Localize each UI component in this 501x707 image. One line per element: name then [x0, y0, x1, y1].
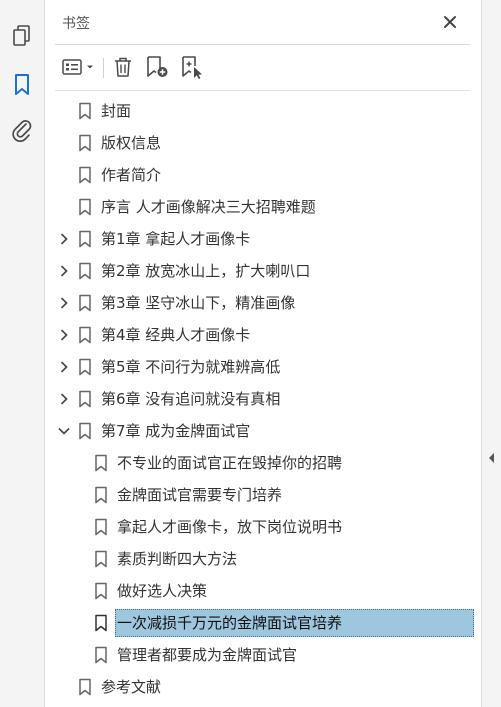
bookmark-item-selected[interactable]: 一次减损千万元的金牌面试官培养: [45, 608, 481, 638]
bookmark-icon: [94, 614, 108, 632]
bookmark-icon: [78, 134, 92, 152]
delete-icon[interactable]: [111, 52, 135, 82]
bookmark-icon: [78, 262, 92, 280]
bookmark-icon: [78, 198, 92, 216]
navigation-rail: [0, 0, 45, 707]
bookmark-item[interactable]: 作者简介: [45, 160, 481, 190]
bookmark-item[interactable]: 不专业的面试官正在毁掉你的招聘: [45, 448, 481, 478]
bookmark-icon: [94, 518, 108, 536]
bookmark-icon: [94, 550, 108, 568]
bookmark-item[interactable]: 拿起人才画像卡，放下岗位说明书: [45, 512, 481, 542]
chevron-right-icon[interactable]: [57, 392, 71, 406]
panel-header: 书签: [45, 0, 481, 44]
bookmark-label: 拿起人才画像卡，放下岗位说明书: [117, 518, 343, 536]
new-bookmark-icon[interactable]: [144, 52, 172, 82]
bookmark-label: 版权信息: [101, 134, 162, 152]
header-divider: [55, 44, 470, 45]
bookmark-icon: [78, 102, 92, 120]
bookmark-item[interactable]: 第7章 成为金牌面试官: [45, 416, 481, 446]
pages-icon[interactable]: [8, 22, 36, 50]
bookmark-label: 封面: [101, 102, 132, 120]
bookmark-label: 参考文献: [101, 678, 162, 696]
chevron-right-icon[interactable]: [57, 360, 71, 374]
collapse-panel-icon[interactable]: [487, 452, 497, 464]
bookmark-icon: [78, 326, 92, 344]
bookmark-label: 金牌面试官需要专门培养: [117, 486, 283, 504]
bookmark-icon: [78, 294, 92, 312]
bookmark-label: 序言 人才画像解决三大招聘难题: [101, 198, 316, 216]
bookmark-label: 管理者都要成为金牌面试官: [117, 646, 298, 664]
chevron-down-icon[interactable]: [57, 424, 71, 438]
chevron-right-icon[interactable]: [57, 296, 71, 310]
bookmark-item[interactable]: 封面: [45, 96, 481, 126]
chevron-right-icon[interactable]: [57, 328, 71, 342]
bookmark-icon: [94, 646, 108, 664]
bookmark-label: 第3章 坚守冰山下，精准画像: [101, 294, 296, 312]
bookmark-label: 第4章 经典人才画像卡: [101, 326, 251, 344]
bookmark-label: 不专业的面试官正在毁掉你的招聘: [117, 454, 343, 472]
bookmark-icon: [78, 358, 92, 376]
bookmark-icon: [78, 230, 92, 248]
chevron-right-icon[interactable]: [57, 232, 71, 246]
bookmark-icon: [94, 582, 108, 600]
bookmark-label: 做好选人决策: [117, 582, 208, 600]
chevron-right-icon[interactable]: [57, 264, 71, 278]
bookmark-item[interactable]: 版权信息: [45, 128, 481, 158]
bookmark-item[interactable]: 金牌面试官需要专门培养: [45, 480, 481, 510]
bookmark-item[interactable]: 第4章 经典人才画像卡: [45, 320, 481, 350]
bookmark-icon: [78, 166, 92, 184]
bookmark-item[interactable]: 第5章 不问行为就难辨高低: [45, 352, 481, 382]
bookmark-label: 素质判断四大方法: [117, 550, 238, 568]
close-icon[interactable]: [440, 12, 460, 32]
bookmark-label: 第7章 成为金牌面试官: [101, 422, 251, 440]
options-menu-button[interactable]: [59, 52, 99, 82]
panel-title: 书签: [62, 16, 90, 32]
toolbar-divider: [55, 90, 470, 91]
bookmark-icon: [78, 422, 92, 440]
panel-splitter[interactable]: [481, 0, 501, 707]
attachments-icon[interactable]: [8, 116, 36, 144]
bookmark-label: 第6章 没有追问就没有真相: [101, 390, 281, 408]
bookmark-label: 第2章 放宽冰山上，扩大喇叭口: [101, 262, 311, 280]
bookmark-item[interactable]: 第1章 拿起人才画像卡: [45, 224, 481, 254]
bookmark-icon: [78, 390, 92, 408]
bookmark-label: 第5章 不问行为就难辨高低: [101, 358, 281, 376]
bookmark-item[interactable]: 第3章 坚守冰山下，精准画像: [45, 288, 481, 318]
bookmarks-panel: 书签 封面 版权信息 作者简介 序言 人才画像解决三大招聘难题 第1章 拿起人才…: [45, 0, 481, 707]
bookmark-from-selection-icon[interactable]: [179, 52, 207, 82]
bookmark-icon: [78, 678, 92, 696]
toolbar-separator: [103, 58, 104, 78]
bookmark-label: 第1章 拿起人才画像卡: [101, 230, 251, 248]
bookmark-label: 一次减损千万元的金牌面试官培养: [117, 614, 343, 632]
bookmark-item[interactable]: 参考文献: [45, 672, 481, 702]
bookmark-icon: [94, 486, 108, 504]
bookmark-item[interactable]: 第2章 放宽冰山上，扩大喇叭口: [45, 256, 481, 286]
bookmark-label: 作者简介: [101, 166, 162, 184]
bookmark-item[interactable]: 管理者都要成为金牌面试官: [45, 640, 481, 670]
bookmark-item[interactable]: 做好选人决策: [45, 576, 481, 606]
bookmark-item[interactable]: 序言 人才画像解决三大招聘难题: [45, 192, 481, 222]
bookmark-icon: [94, 454, 108, 472]
bookmark-item[interactable]: 第6章 没有追问就没有真相: [45, 384, 481, 414]
bookmarks-toolbar: [45, 52, 481, 82]
bookmark-item[interactable]: 素质判断四大方法: [45, 544, 481, 574]
bookmarks-icon[interactable]: [8, 71, 36, 99]
